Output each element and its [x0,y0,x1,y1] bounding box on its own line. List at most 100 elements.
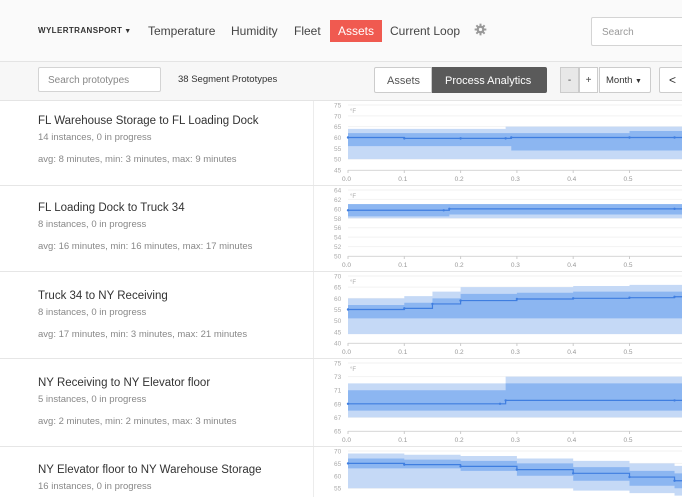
x-tick-label: 0.3 [511,262,520,269]
row-title: NY Elevator floor to NY Warehouse Storag… [38,464,262,476]
y-tick-label: 70 [334,113,342,120]
x-tick-label: 0.3 [511,349,520,356]
x-tick-label: 0.4 [567,437,576,444]
row-title: Truck 34 to NY Receiving [38,290,168,302]
data-point [628,296,631,299]
y-tick-label: 50 [334,254,342,261]
data-point [673,295,676,298]
data-point [459,299,462,302]
zoom-out-button[interactable]: - [560,67,579,93]
chart-svg: 64 62 60 58 56 54 52 50 °F 0.0 0.1 0.2 0.3 0.4 0.5 [334,188,682,269]
y-tick-label: 70 [334,274,342,281]
y-tick-label: 65 [334,124,342,131]
x-tick-label: 0.0 [342,437,351,444]
unit-label: °F [350,367,356,373]
data-point [346,402,350,405]
y-tick-label: 52 [334,244,342,251]
tab-process-analytics[interactable]: Process Analytics [432,67,547,93]
prototype-row[interactable]: NY Elevator floor to NY Warehouse Storag… [0,447,682,497]
y-tick-label: 75 [334,103,342,110]
data-point [673,399,676,402]
brand-menu[interactable]: WYLERTRANSPORT ▼ [38,26,132,35]
zoom-in-button[interactable]: + [579,67,598,93]
y-tick-label: 62 [334,197,342,204]
row-chart: 75 73 71 69 67 65 °F 0.0 0.1 0.2 0.3 0.4 0.5 [313,359,682,446]
y-tick-label: 65 [334,285,342,292]
x-tick-label: 0.2 [455,437,464,444]
data-point [346,308,350,311]
x-tick-label: 0.1 [398,437,407,444]
brand-label: WYLERTRANSPORT [38,26,123,35]
data-point [673,136,676,139]
row-instances: 14 instances, 0 in progress [38,132,152,143]
chart-svg: 70 65 60 55 50 45 40 °F 0.0 0.1 0.2 0.3 0.4 0.5 [334,274,682,356]
x-tick-label: 0.5 [624,437,633,444]
y-tick-label: 50 [334,318,342,325]
data-point [448,207,451,211]
segment-count: 38 Segment Prototypes [178,74,278,85]
x-tick-label: 0.0 [342,349,351,356]
data-point [510,136,513,139]
row-stats: avg: 16 minutes, min: 16 minutes, max: 1… [38,241,253,252]
nav-temperature[interactable]: Temperature [148,24,215,38]
y-tick-label: 54 [334,235,342,242]
row-instances: 5 instances, 0 in progress [38,394,147,405]
x-tick-label: 0.3 [511,437,520,444]
y-tick-label: 45 [334,329,342,336]
y-tick-label: 64 [334,188,342,195]
chart-svg: 75 70 65 60 55 50 45 °F 0.0 0.1 0.2 0.3 0.4 0.5 [334,103,682,183]
y-tick-label: 73 [334,374,342,381]
row-info: NY Receiving to NY Elevator floor 5 inst… [0,359,313,446]
row-chart: 75 70 65 60 55 50 45 °F 0.0 0.1 0.2 0.3 0.4 0.5 [313,101,682,185]
prev-period-button[interactable]: < [659,67,682,93]
chevron-down-icon: ▼ [635,78,642,85]
nav-fleet[interactable]: Fleet [294,24,321,38]
period-select[interactable]: Month ▼ [599,67,651,93]
x-tick-label: 0.2 [455,262,464,269]
app-frame: WYLERTRANSPORT ▼ Temperature Humidity Fle… [0,0,682,497]
row-instances: 8 instances, 0 in progress [38,219,147,230]
data-point [459,465,462,468]
row-title: NY Receiving to NY Elevator floor [38,377,211,389]
unit-label: °F [350,194,356,200]
tab-assets[interactable]: Assets [374,67,432,93]
y-tick-label: 60 [334,206,342,213]
row-stats: avg: 2 minutes, min: 2 minutes, max: 3 m… [38,416,237,427]
nav-assets[interactable]: Assets [330,20,383,42]
data-point [431,302,434,306]
prototype-row[interactable]: FL Loading Dock to Truck 34 8 instances,… [0,186,682,272]
x-tick-label: 0.1 [398,262,407,269]
y-tick-label: 67 [334,415,342,422]
search-input[interactable]: Search [591,17,682,46]
data-point [498,402,502,405]
chart-svg: 75 73 71 69 67 65 °F 0.0 0.1 0.2 0.3 0.4 0.5 [334,361,682,444]
data-point [403,137,406,140]
prototype-search-input[interactable]: Search prototypes [38,67,161,92]
data-point [673,207,676,211]
y-tick-label: 60 [334,473,342,480]
y-tick-label: 69 [334,401,342,408]
data-point [346,209,350,212]
gear-icon[interactable] [474,23,487,36]
row-stats: avg: 8 minutes, min: 3 minutes, max: 9 m… [38,154,237,165]
prototype-row[interactable]: Truck 34 to NY Receiving 8 instances, 0 … [0,272,682,359]
row-stats: avg: 17 minutes, min: 3 minutes, max: 21… [38,329,248,340]
x-tick-label: 0.2 [455,176,464,183]
nav-current-loop[interactable]: Current Loop [390,24,460,38]
row-info: FL Loading Dock to Truck 34 8 instances,… [0,186,313,271]
prototype-row[interactable]: NY Receiving to NY Elevator floor 5 inst… [0,359,682,447]
row-chart: 70 65 60 55 50 45 40 °F 0.0 0.1 0.2 0.3 0.4 0.5 [313,272,682,358]
unit-label: °F [350,280,356,286]
x-tick-label: 0.3 [511,176,520,183]
nav-humidity[interactable]: Humidity [231,24,278,38]
y-tick-label: 40 [334,341,342,348]
row-info: Truck 34 to NY Receiving 8 instances, 0 … [0,272,313,358]
top-nav: WYLERTRANSPORT ▼ Temperature Humidity Fle… [0,0,682,62]
y-tick-label: 56 [334,225,342,232]
prototype-row[interactable]: FL Warehouse Storage to FL Loading Dock … [0,101,682,186]
row-title: FL Loading Dock to Truck 34 [38,202,185,214]
data-point [504,137,507,140]
y-tick-label: 70 [334,449,342,456]
y-tick-label: 50 [334,157,342,164]
data-point [403,463,406,466]
